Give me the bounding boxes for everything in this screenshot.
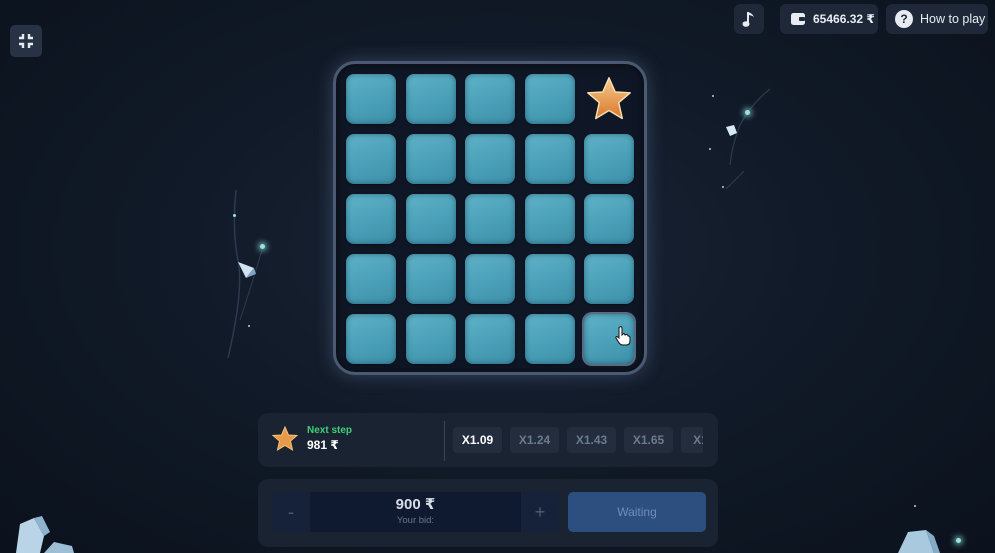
tile[interactable] bbox=[465, 74, 515, 124]
tile-grid bbox=[346, 74, 634, 364]
crystal-decoration-bottom-right bbox=[898, 530, 940, 553]
tile[interactable] bbox=[405, 314, 456, 364]
tile[interactable] bbox=[524, 74, 575, 124]
sparkle bbox=[709, 148, 711, 150]
sparkle bbox=[233, 214, 236, 217]
exit-fullscreen-icon bbox=[19, 34, 33, 48]
tile[interactable] bbox=[346, 254, 396, 304]
sparkle bbox=[248, 325, 250, 327]
bid-caption: Your bid: bbox=[396, 515, 435, 526]
multiplier-strip: X1.09 X1.24 X1.43 X1.65 X1.9 bbox=[453, 427, 703, 453]
tile[interactable] bbox=[405, 134, 456, 184]
sparkle bbox=[956, 538, 961, 543]
tile[interactable] bbox=[524, 194, 575, 244]
tile[interactable] bbox=[405, 74, 456, 124]
tile[interactable] bbox=[465, 134, 515, 184]
crystal-decoration-bottom-left bbox=[16, 516, 74, 553]
bid-panel: - 900 ₹ Your bid: + Waiting bbox=[258, 479, 718, 547]
decrease-bid-button[interactable]: - bbox=[272, 492, 310, 532]
hand-cursor-icon bbox=[615, 326, 631, 346]
tile[interactable] bbox=[584, 194, 634, 244]
multiplier-chip: X1.24 bbox=[510, 427, 559, 453]
sparkle bbox=[745, 110, 750, 115]
next-step-value: 981 ₹ bbox=[307, 438, 339, 452]
sparkle bbox=[914, 505, 916, 507]
tile[interactable] bbox=[465, 314, 515, 364]
sparkle bbox=[712, 95, 714, 97]
multiplier-chip: X1.65 bbox=[624, 427, 673, 453]
divider bbox=[444, 421, 445, 461]
bid-amount: 900 ₹ bbox=[395, 496, 436, 513]
bid-input[interactable]: - 900 ₹ Your bid: + bbox=[272, 492, 559, 532]
increase-bid-button[interactable]: + bbox=[521, 492, 559, 532]
tile[interactable] bbox=[346, 194, 396, 244]
help-icon: ? bbox=[895, 10, 913, 28]
tile[interactable] bbox=[584, 134, 634, 184]
tile[interactable] bbox=[524, 134, 575, 184]
star-icon bbox=[587, 77, 631, 120]
sparkle bbox=[260, 244, 265, 249]
balance-display[interactable]: 65466.32 ₹ bbox=[780, 4, 878, 34]
crystal-decoration-left bbox=[227, 190, 263, 359]
balance-value: 65466.32 ₹ bbox=[813, 12, 875, 26]
sparkle bbox=[722, 186, 724, 188]
tile[interactable] bbox=[405, 254, 456, 304]
waiting-button[interactable]: Waiting bbox=[568, 492, 706, 532]
tile[interactable] bbox=[524, 254, 575, 304]
next-step-info: Next step 981 ₹ bbox=[272, 425, 352, 452]
wallet-icon bbox=[791, 13, 805, 25]
tile[interactable] bbox=[346, 134, 396, 184]
game-board bbox=[333, 61, 647, 375]
how-to-play-button[interactable]: ? How to play bbox=[886, 4, 988, 34]
next-step-panel: Next step 981 ₹ X1.09 X1.24 X1.43 X1.65 X1.9 bbox=[258, 413, 718, 467]
music-note-icon bbox=[742, 12, 754, 27]
music-toggle-button[interactable] bbox=[734, 4, 764, 34]
multiplier-chip: X1.9 bbox=[681, 427, 703, 453]
exit-fullscreen-button[interactable] bbox=[10, 25, 42, 57]
revealed-star-tile[interactable] bbox=[584, 74, 634, 124]
multiplier-chip: X1.09 bbox=[453, 427, 502, 453]
tile[interactable] bbox=[465, 194, 515, 244]
tile[interactable] bbox=[346, 74, 396, 124]
crystal-decoration-right bbox=[725, 88, 771, 190]
next-step-label: Next step bbox=[307, 425, 353, 436]
tile[interactable] bbox=[524, 314, 575, 364]
multiplier-chip: X1.43 bbox=[567, 427, 616, 453]
tile[interactable] bbox=[584, 254, 634, 304]
tile[interactable] bbox=[465, 254, 515, 304]
tile[interactable] bbox=[346, 314, 396, 364]
star-icon bbox=[272, 425, 298, 451]
tile[interactable] bbox=[405, 194, 456, 244]
how-to-play-label: How to play bbox=[920, 12, 986, 26]
